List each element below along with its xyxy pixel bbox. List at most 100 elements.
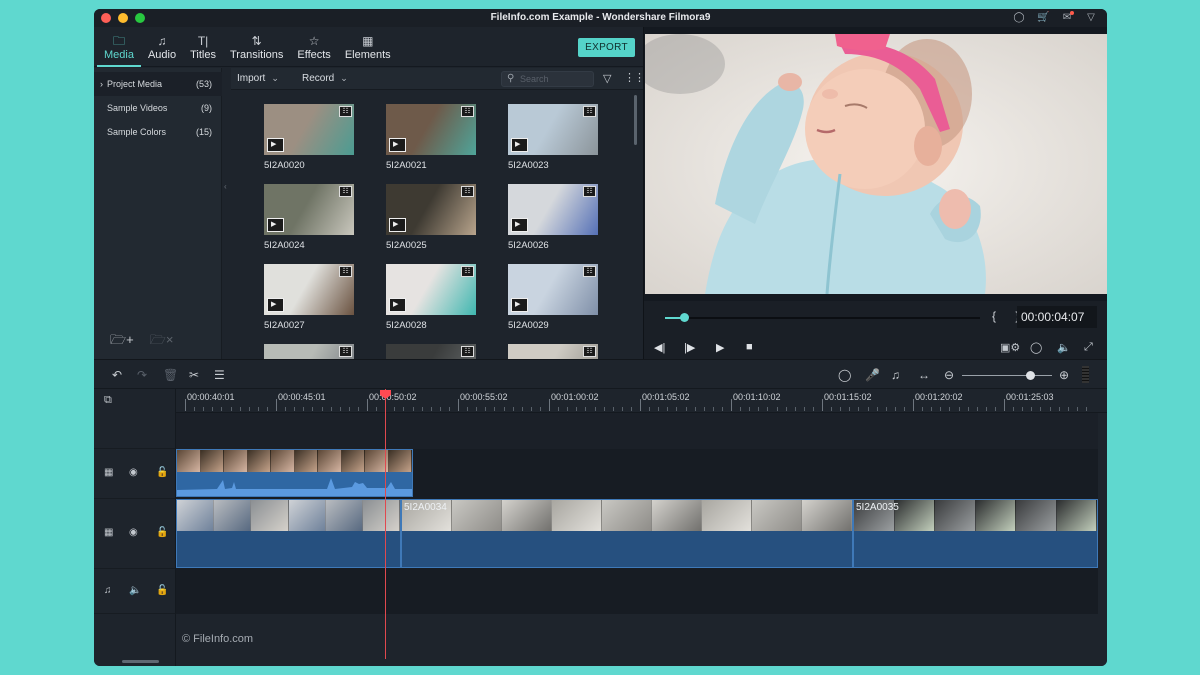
undo-icon[interactable]: ↶ bbox=[112, 368, 122, 382]
lock-icon[interactable]: 🔓 bbox=[156, 585, 168, 596]
stop-button[interactable]: ■ bbox=[746, 341, 753, 353]
cart-icon[interactable]: 🛒 bbox=[1037, 12, 1049, 24]
film-strip-icon: ☷ bbox=[339, 266, 352, 277]
eye-icon[interactable]: ◉ bbox=[129, 527, 138, 538]
clip-frame bbox=[1016, 500, 1057, 533]
delete-icon[interactable]: 🗑 bbox=[163, 368, 178, 382]
export-button[interactable]: EXPORT bbox=[578, 38, 635, 57]
timeline-ruler[interactable]: 00:00:40:01 00:00:45:01 00:00:50:02 00:00:5… bbox=[176, 389, 1107, 413]
media-thumbnail[interactable]: ☷ ▶ 5I2A0024 bbox=[264, 184, 354, 251]
tab-titles[interactable]: T| Titles bbox=[183, 34, 223, 66]
search-input[interactable] bbox=[520, 73, 590, 85]
previous-frame-button[interactable]: ◀| bbox=[654, 341, 665, 354]
media-thumbnail[interactable]: ☷ ▶ 5I2A0027 bbox=[264, 264, 354, 331]
clip-frame bbox=[975, 500, 1016, 533]
tab-transitions[interactable]: ⇅ Transitions bbox=[223, 34, 290, 66]
ruler-major-tick bbox=[458, 399, 459, 411]
ruler-minor-tick bbox=[776, 407, 778, 411]
tab-elements[interactable]: ▦ Elements bbox=[338, 34, 398, 66]
fullscreen-icon[interactable]: ⤢ bbox=[1084, 341, 1093, 354]
ruler-minor-tick bbox=[794, 407, 796, 411]
timeline-clip-5i2a0034[interactable]: 5I2A0034 bbox=[401, 499, 853, 568]
clip-frame bbox=[325, 500, 363, 533]
render-preview-icon[interactable]: ▣⚙ bbox=[1000, 341, 1020, 354]
tab-effects[interactable]: ☆ Effects bbox=[290, 34, 337, 66]
clip-label: 5I2A0034 bbox=[404, 502, 447, 513]
timeline-clip[interactable] bbox=[176, 499, 401, 568]
timeline-empty-area bbox=[176, 614, 1107, 666]
fit-timeline-icon[interactable]: ↔ bbox=[918, 368, 930, 382]
voiceover-mic-icon[interactable]: 🎤 bbox=[865, 368, 880, 382]
clip-frame bbox=[341, 450, 365, 473]
video-track-icon: ▦ bbox=[104, 527, 114, 538]
library-item-sample-colors[interactable]: Sample Colors (15) bbox=[94, 120, 222, 144]
timeline-clip-overlay[interactable] bbox=[176, 449, 413, 497]
marker-icon[interactable]: ◯ bbox=[838, 368, 851, 382]
media-thumbnail[interactable]: ☷ ▶ 5I2A0026 bbox=[508, 184, 598, 251]
speaker-icon[interactable]: 🔈 bbox=[129, 585, 141, 596]
collapse-sidebar-handle[interactable]: ‹ bbox=[224, 182, 227, 191]
volume-icon[interactable]: 🔈 bbox=[1057, 341, 1071, 354]
ruler-minor-tick bbox=[203, 407, 205, 411]
ruler-minor-tick bbox=[439, 407, 441, 411]
adjust-icon[interactable]: ☰ bbox=[214, 368, 225, 382]
play-button[interactable]: ▶ bbox=[716, 341, 724, 354]
redo-icon[interactable]: ↷ bbox=[137, 368, 147, 382]
browser-scrollbar[interactable] bbox=[634, 95, 637, 145]
film-strip-icon: ☷ bbox=[339, 186, 352, 197]
track-header-video-1: ▦ ◉ 🔓 bbox=[94, 499, 176, 569]
lock-icon[interactable]: 🔓 bbox=[156, 467, 168, 478]
tab-media[interactable]: 🗀 Media bbox=[97, 34, 141, 67]
zoom-out-icon[interactable]: ⊖ bbox=[944, 368, 954, 382]
tab-audio[interactable]: ♫ Audio bbox=[141, 34, 183, 66]
ruler-minor-tick bbox=[976, 407, 978, 411]
media-thumbnail[interactable]: ☷ ▶ 5I2A0025 bbox=[386, 184, 476, 251]
snapshot-camera-icon[interactable]: ◯ bbox=[1030, 341, 1042, 354]
eye-icon[interactable]: ◉ bbox=[129, 467, 138, 478]
import-dropdown[interactable]: Import ⌄ bbox=[237, 73, 279, 84]
video-track-icon: ▦ bbox=[104, 467, 114, 478]
library-item-project-media[interactable]: › Project Media (53) bbox=[94, 72, 222, 96]
music-icon: ♫ bbox=[157, 34, 167, 48]
library-item-sample-videos[interactable]: Sample Videos (9) bbox=[94, 96, 222, 120]
filter-icon[interactable]: ▽ bbox=[603, 72, 611, 85]
ruler-minor-tick bbox=[512, 407, 514, 411]
thumbnail-image: ☷ ▶ bbox=[264, 184, 354, 235]
media-thumbnail[interactable]: ☷ ▶ 5I2A0029 bbox=[508, 264, 598, 331]
timeline-clip-5i2a0035[interactable]: 5I2A0035 bbox=[853, 499, 1098, 568]
film-strip-icon: ☷ bbox=[461, 266, 474, 277]
mail-icon[interactable]: ✉ bbox=[1061, 11, 1074, 24]
lock-icon[interactable]: 🔓 bbox=[156, 527, 168, 538]
record-dropdown[interactable]: Record ⌄ bbox=[302, 73, 348, 84]
media-thumbnail[interactable]: ☷ ▶ 5I2A0023 bbox=[508, 104, 598, 171]
timeline-horizontal-scrollbar[interactable] bbox=[122, 660, 159, 663]
ruler-minor-tick bbox=[1076, 407, 1078, 411]
zoom-slider-handle[interactable] bbox=[1025, 371, 1035, 380]
timeline-zoom-slider[interactable] bbox=[962, 371, 1052, 380]
delete-folder-icon[interactable]: 🗁× bbox=[150, 331, 174, 353]
ruler-minor-tick bbox=[676, 407, 678, 411]
audio-mixer-icon[interactable]: ♫ bbox=[891, 368, 900, 382]
next-frame-button[interactable]: |▶ bbox=[684, 341, 695, 354]
import-label: Import bbox=[237, 73, 266, 84]
notification-icon[interactable]: ▽ bbox=[1085, 12, 1097, 24]
clip-frame bbox=[247, 450, 271, 473]
media-thumbnail[interactable]: ☷ ▶ 5I2A0028 bbox=[386, 264, 476, 331]
new-folder-icon[interactable]: 🗁+ bbox=[110, 331, 134, 353]
audio-strip bbox=[402, 531, 852, 567]
zoom-in-icon[interactable]: ⊕ bbox=[1059, 368, 1069, 382]
media-thumbnail[interactable]: ☷ ▶ 5I2A0020 bbox=[264, 104, 354, 171]
ruler-minor-tick bbox=[230, 407, 232, 411]
film-strip-icon: ☷ bbox=[339, 346, 352, 357]
clip-frame bbox=[502, 500, 552, 533]
ruler-minor-tick bbox=[1049, 407, 1051, 411]
add-track-icon[interactable]: ⧉ bbox=[104, 394, 112, 407]
video-track-2 bbox=[176, 449, 1098, 499]
ruler-minor-tick bbox=[712, 407, 714, 411]
ruler-minor-tick bbox=[585, 407, 587, 411]
playback-scrubber[interactable] bbox=[665, 313, 980, 322]
user-icon[interactable]: ◯ bbox=[1013, 12, 1025, 24]
split-scissors-icon[interactable]: ✂ bbox=[189, 368, 199, 382]
media-thumbnail[interactable]: ☷ ▶ 5I2A0021 bbox=[386, 104, 476, 171]
scrubber-handle[interactable] bbox=[679, 313, 689, 322]
